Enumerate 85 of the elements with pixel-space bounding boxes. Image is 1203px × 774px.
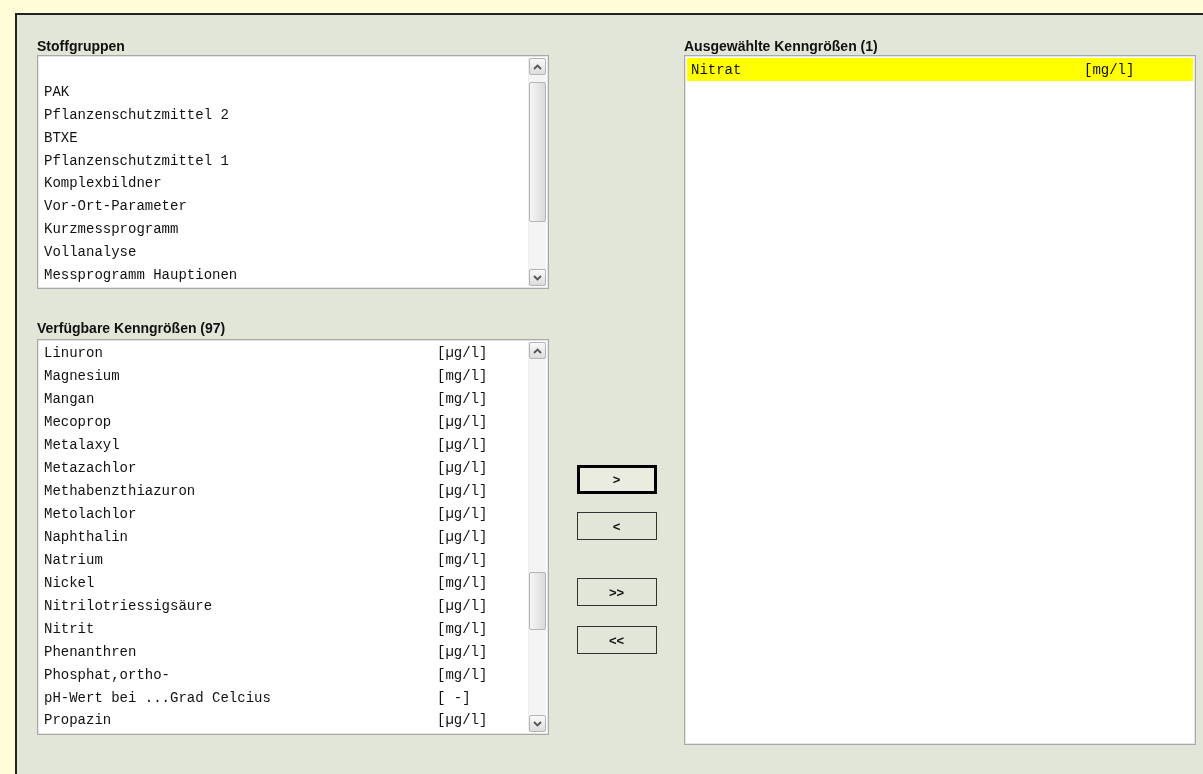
parameter-unit: [µg/l]: [437, 712, 488, 729]
transfer-button[interactable]: >: [576, 465, 657, 494]
parameter-unit: [mg/l]: [437, 391, 488, 408]
chevron-up-icon: [533, 347, 542, 354]
parameter-name: Nitrat: [691, 61, 743, 78]
scrollbar[interactable]: [528, 342, 546, 732]
scroll-up-button[interactable]: [529, 58, 546, 75]
parameter-name: Methabenzthiazuron: [44, 483, 197, 500]
selected-list[interactable]: Nitrat [mg/l]: [684, 55, 1196, 745]
scrollbar-thumb[interactable]: [529, 82, 546, 222]
list-item[interactable]: Pflanzenschutzmittel 1: [40, 149, 528, 172]
chevron-up-icon: [533, 63, 542, 70]
parameter-unit: [mg/l]: [437, 368, 488, 385]
parameter-name: Magnesium: [44, 368, 121, 385]
parameter-unit: [µg/l]: [437, 597, 488, 614]
list-item[interactable]: Naphthalin [µg/l]: [40, 525, 528, 549]
parameter-name: Mangan: [44, 391, 96, 408]
parameter-unit: [µg/l]: [437, 643, 488, 660]
list-item[interactable]: Metazachlor [µg/l]: [40, 456, 528, 480]
list-item[interactable]: Metalaxyl [µg/l]: [40, 433, 528, 457]
list-item[interactable]: BTXE: [40, 126, 528, 150]
parameter-name: Propazin: [44, 712, 113, 729]
list-item[interactable]: Natrium [mg/l]: [40, 548, 528, 572]
available-list[interactable]: [37, 339, 549, 735]
scroll-down-button[interactable]: [529, 269, 546, 286]
parameter-name: Nickel: [44, 574, 96, 591]
parameter-unit: [µg/l]: [437, 414, 488, 431]
parameter-name: Mecoprop: [44, 414, 113, 431]
parameter-name: Metazachlor: [44, 460, 138, 477]
parameter-unit: [µg/l]: [437, 345, 488, 362]
parameter-name: Nitrilotriessigsäure: [44, 597, 214, 614]
parameter-unit: [µg/l]: [437, 528, 488, 545]
parameter-name: Metolachlor: [44, 506, 138, 523]
parameter-name: Natrium: [44, 551, 104, 568]
list-item[interactable]: Metolachlor [µg/l]: [40, 502, 528, 526]
scroll-down-button[interactable]: [529, 715, 546, 732]
list-item[interactable]: Nitrilotriessigsäure [µg/l]: [40, 594, 528, 618]
chevron-down-icon: [533, 274, 542, 281]
parameter-name: Phenanthren: [44, 643, 138, 660]
list-item[interactable]: Vor-Ort-Parameter: [40, 194, 528, 218]
chevron-down-icon: [533, 720, 542, 727]
list-heading: Stoffgruppen: [37, 37, 126, 55]
parameter-unit: [µg/l]: [437, 437, 488, 454]
transfer-button[interactable]: <: [576, 512, 657, 540]
list-heading: Verfügbare Kenngrößen (97): [37, 319, 227, 337]
group-list[interactable]: PAK Pflanzenschutzmittel 2 BTXE Pflanzenschutzmittel 1 Komplexbildner Vor-Ort-Parameter Kurzmessprogramm Vollanalyse Messprogramm Hauptionen: [37, 55, 549, 289]
list-item[interactable]: Mangan [mg/l]: [40, 387, 528, 411]
list-item[interactable]: Pflanzenschutzmittel 2: [40, 103, 528, 127]
list-item[interactable]: Phenanthren [µg/l]: [40, 640, 528, 664]
parameter-unit: [mg/l]: [1084, 61, 1135, 78]
parameter-name: Nitrit: [44, 620, 96, 637]
list-item[interactable]: Magnesium [mg/l]: [40, 364, 528, 388]
list-item[interactable]: Messprogramm Hauptionen: [40, 263, 528, 286]
list-item[interactable]: Komplexbildner: [40, 172, 528, 195]
list-item[interactable]: pH-Wert bei ...Grad Celcius [ -]: [40, 686, 528, 709]
parameter-name: Linuron: [44, 345, 104, 362]
parameter-unit: [µg/l]: [437, 506, 488, 523]
list-item[interactable]: Nitrat [mg/l]: [687, 58, 1193, 81]
list-item[interactable]: Methabenzthiazuron [µg/l]: [40, 479, 528, 503]
list-item[interactable]: Nickel [mg/l]: [40, 571, 528, 595]
parameter-name: Naphthalin: [44, 528, 129, 545]
parameter-unit: [mg/l]: [437, 666, 488, 683]
scrollbar[interactable]: [528, 58, 546, 286]
parameter-unit: [mg/l]: [437, 551, 488, 568]
list-item[interactable]: Propazin [µg/l]: [40, 709, 528, 732]
scrollbar-thumb[interactable]: [529, 572, 546, 630]
list-item[interactable]: Mecoprop [µg/l]: [40, 410, 528, 434]
list-heading: Ausgewählte Kenngrößen (1): [684, 37, 879, 55]
list-item[interactable]: Kurzmessprogramm: [40, 217, 528, 241]
parameter-unit: [ -]: [437, 689, 471, 706]
parameter-name: Phosphat,ortho-: [44, 666, 172, 683]
parameter-unit: [mg/l]: [437, 620, 488, 637]
list-item[interactable]: Vollanalyse: [40, 240, 528, 264]
transfer-button[interactable]: >>: [576, 578, 657, 606]
list-item[interactable]: PAK: [40, 80, 528, 104]
list-item[interactable]: Linuron [µg/l]: [40, 342, 528, 365]
transfer-button[interactable]: <<: [576, 626, 657, 654]
parameter-unit: [µg/l]: [437, 460, 488, 477]
list-item[interactable]: Phosphat,ortho- [mg/l]: [40, 663, 528, 687]
scroll-up-button[interactable]: [529, 342, 546, 359]
parameter-name: pH-Wert bei ...Grad Celcius: [44, 689, 272, 706]
parameter-name: Metalaxyl: [44, 437, 121, 454]
parameter-unit: [mg/l]: [437, 574, 488, 591]
parameter-unit: [µg/l]: [437, 483, 488, 500]
list-item[interactable]: Nitrit [mg/l]: [40, 617, 528, 641]
